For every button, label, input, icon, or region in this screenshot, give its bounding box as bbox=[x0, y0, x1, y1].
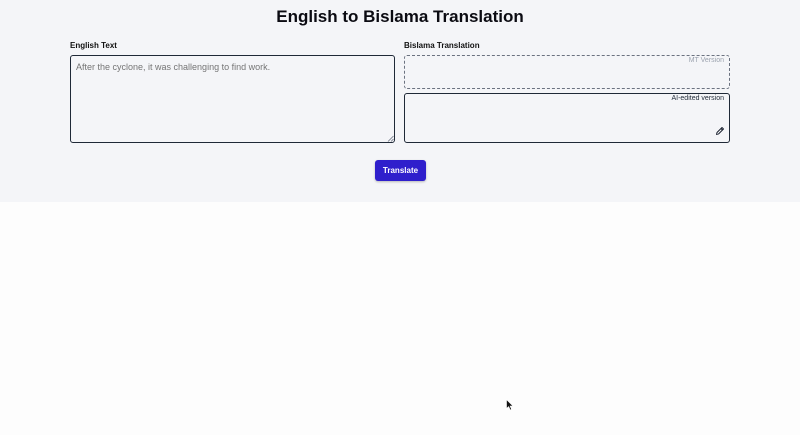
translate-button[interactable]: Translate bbox=[375, 160, 426, 181]
page-title: English to Bislama Translation bbox=[276, 7, 524, 26]
english-text-input[interactable] bbox=[70, 55, 395, 143]
english-text-label: English Text bbox=[70, 41, 117, 50]
bislama-translation-label: Bislama Translation bbox=[404, 41, 480, 50]
mt-version-output: MT Version bbox=[404, 55, 730, 89]
ai-edited-caption: AI-edited version bbox=[671, 95, 724, 102]
ai-edited-output[interactable]: AI-edited version bbox=[404, 93, 730, 143]
mouse-cursor-icon bbox=[506, 399, 514, 411]
pencil-icon[interactable] bbox=[715, 126, 725, 136]
translation-panel: English to Bislama Translation English T… bbox=[0, 0, 800, 202]
resize-grip-icon[interactable] bbox=[387, 135, 394, 142]
mt-version-caption: MT Version bbox=[688, 57, 724, 64]
